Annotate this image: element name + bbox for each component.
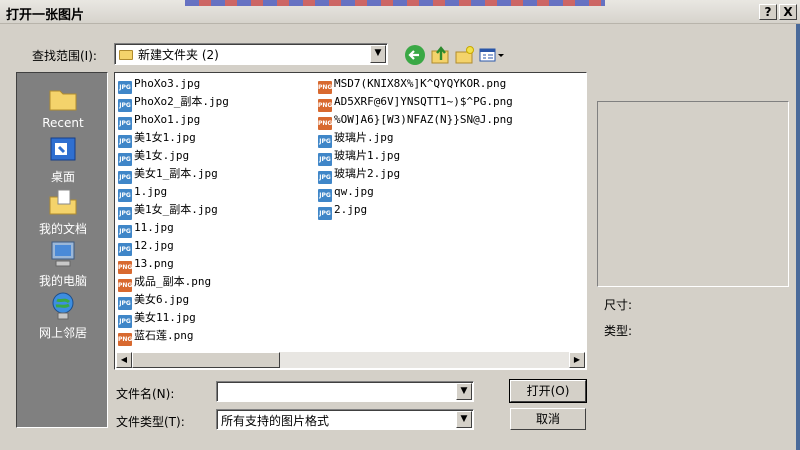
file-item[interactable]: JPG PhoXo2_副本.jpg (118, 93, 229, 112)
file-name: 12.jpg (134, 239, 174, 252)
filetype-label: 文件类型(T): (116, 415, 185, 429)
place-my-computer[interactable]: 我的电脑 (17, 239, 109, 289)
place-desktop[interactable]: 桌面 (17, 135, 109, 185)
window-title: 打开一张图片 (6, 8, 85, 23)
help-button[interactable]: ? (759, 4, 777, 20)
close-button[interactable]: X (779, 4, 797, 20)
file-name: PhoXo1.jpg (134, 113, 201, 126)
new-folder-icon[interactable] (455, 45, 475, 65)
filename-label: 文件名(N): (116, 387, 175, 401)
file-name: 玻璃片2.jpg (334, 167, 401, 180)
file-name: 玻璃片.jpg (334, 131, 394, 144)
filetype-value: 所有支持的图片格式 (221, 414, 330, 428)
preview-pane (597, 101, 789, 287)
file-item[interactable]: JPG 美1女.jpg (118, 147, 229, 166)
folder-icon (119, 50, 133, 60)
file-name: 美1女.jpg (134, 149, 190, 162)
file-item[interactable]: PNG 蓝石莲.png (118, 327, 229, 346)
place-label: 我的文档 (38, 222, 87, 236)
file-name: 1.jpg (134, 185, 168, 198)
recent-folder-icon (48, 83, 78, 113)
file-item[interactable]: PNG MSD7(KNIX8X%]K^QYQYKOR.png (318, 75, 513, 94)
back-arrow-icon[interactable] (405, 45, 425, 65)
file-name: 11.jpg (134, 221, 174, 234)
file-item[interactable]: JPG 美女11.jpg (118, 309, 229, 328)
place-label: 我的电脑 (38, 274, 87, 288)
file-name: PhoXo3.jpg (134, 77, 201, 90)
png-file-icon: PNG (118, 333, 132, 346)
file-item[interactable]: JPG 美1女_副本.jpg (118, 201, 229, 220)
size-label: 尺寸: (604, 298, 633, 312)
filetype-dropdown[interactable]: 所有支持的图片格式 ▼ (216, 409, 474, 430)
title-bar: 打开一张图片 ? X (0, 0, 800, 24)
file-item[interactable]: PNG AD5XRF@6V]YNSQTT1~)$^PG.png (318, 93, 513, 112)
file-item[interactable]: JPG 玻璃片1.jpg (318, 147, 513, 166)
file-item[interactable]: JPG 12.jpg (118, 237, 229, 256)
chevron-down-icon[interactable]: ▼ (370, 45, 386, 63)
file-name: MSD7(KNIX8X%]K^QYQYKOR.png (334, 77, 507, 90)
window-edge (796, 24, 800, 450)
up-folder-icon[interactable] (431, 45, 451, 65)
place-network[interactable]: 网上邻居 (17, 291, 109, 341)
file-name: PhoXo2_副本.jpg (134, 95, 229, 108)
file-item[interactable]: JPG 1.jpg (118, 183, 229, 202)
file-item[interactable]: JPG qw.jpg (318, 183, 513, 202)
desktop-icon (48, 135, 78, 165)
file-name: 美女1_副本.jpg (134, 167, 218, 180)
scroll-left-icon[interactable]: ◀ (116, 352, 132, 368)
file-item[interactable]: JPG 美女6.jpg (118, 291, 229, 310)
file-name: 蓝石莲.png (134, 329, 194, 342)
place-label: Recent (42, 116, 84, 130)
file-item[interactable]: JPG 美女1_副本.jpg (118, 165, 229, 184)
chevron-down-icon[interactable]: ▼ (456, 383, 472, 400)
jpg-file-icon: JPG (318, 207, 332, 220)
file-name: 美1女_副本.jpg (134, 203, 218, 216)
cancel-button[interactable]: 取消 (510, 408, 586, 430)
place-my-documents[interactable]: 我的文档 (17, 187, 109, 237)
file-item[interactable]: PNG %OW]A6}[W3)NFAZ(N}}SN@J.png (318, 111, 513, 130)
horizontal-scrollbar[interactable]: ◀ ▶ (116, 352, 585, 368)
my-documents-icon (48, 187, 78, 217)
file-item[interactable]: PNG 成品_副本.png (118, 273, 229, 292)
my-computer-icon (48, 239, 78, 269)
chevron-down-icon[interactable]: ▼ (456, 411, 472, 428)
title-decoration (185, 0, 605, 6)
open-button[interactable]: 打开(O) (509, 379, 587, 403)
network-icon (48, 291, 78, 321)
view-menu-icon[interactable] (479, 45, 505, 65)
file-item[interactable]: JPG 玻璃片2.jpg (318, 165, 513, 184)
file-column-1: JPG PhoXo3.jpg JPG PhoXo2_副本.jpg JPG PhoXo1.j… (118, 75, 229, 346)
file-name: 玻璃片1.jpg (334, 149, 401, 162)
place-label: 网上邻居 (38, 326, 87, 340)
file-item[interactable]: PNG 13.png (118, 255, 229, 274)
scroll-thumb[interactable] (132, 352, 280, 368)
file-name: 美女11.jpg (134, 311, 196, 324)
lookin-dropdown[interactable]: 新建文件夹 (2) ▼ (114, 43, 388, 65)
file-name: qw.jpg (334, 185, 374, 198)
file-name: 成品_副本.png (134, 275, 212, 288)
type-label: 类型: (604, 324, 633, 338)
file-name: %OW]A6}[W3)NFAZ(N}}SN@J.png (334, 113, 513, 126)
file-item[interactable]: JPG 2.jpg (318, 201, 513, 220)
file-item[interactable]: JPG 玻璃片.jpg (318, 129, 513, 148)
file-item[interactable]: JPG 美1女1.jpg (118, 129, 229, 148)
file-name: 13.png (134, 257, 174, 270)
filename-input[interactable]: ▼ (216, 381, 474, 402)
place-recent[interactable]: Recent (17, 83, 109, 130)
file-name: 美1女1.jpg (134, 131, 196, 144)
places-bar: Recent 桌面 我的文档 我的电脑 网上邻居 (16, 72, 108, 428)
lookin-value: 新建文件夹 (2) (138, 48, 219, 62)
scroll-right-icon[interactable]: ▶ (569, 352, 585, 368)
place-label: 桌面 (50, 170, 75, 184)
file-column-2: PNG MSD7(KNIX8X%]K^QYQYKOR.png PNG AD5XRF@6… (318, 75, 513, 220)
file-item[interactable]: JPG PhoXo3.jpg (118, 75, 229, 94)
file-item[interactable]: JPG PhoXo1.jpg (118, 111, 229, 130)
lookin-label: 查找范围(I): (32, 49, 97, 63)
file-list[interactable]: JPG PhoXo3.jpg JPG PhoXo2_副本.jpg JPG PhoXo1.j… (114, 72, 587, 370)
file-item[interactable]: JPG 11.jpg (118, 219, 229, 238)
file-name: AD5XRF@6V]YNSQTT1~)$^PG.png (334, 95, 513, 108)
file-name: 2.jpg (334, 203, 368, 216)
file-name: 美女6.jpg (134, 293, 190, 306)
